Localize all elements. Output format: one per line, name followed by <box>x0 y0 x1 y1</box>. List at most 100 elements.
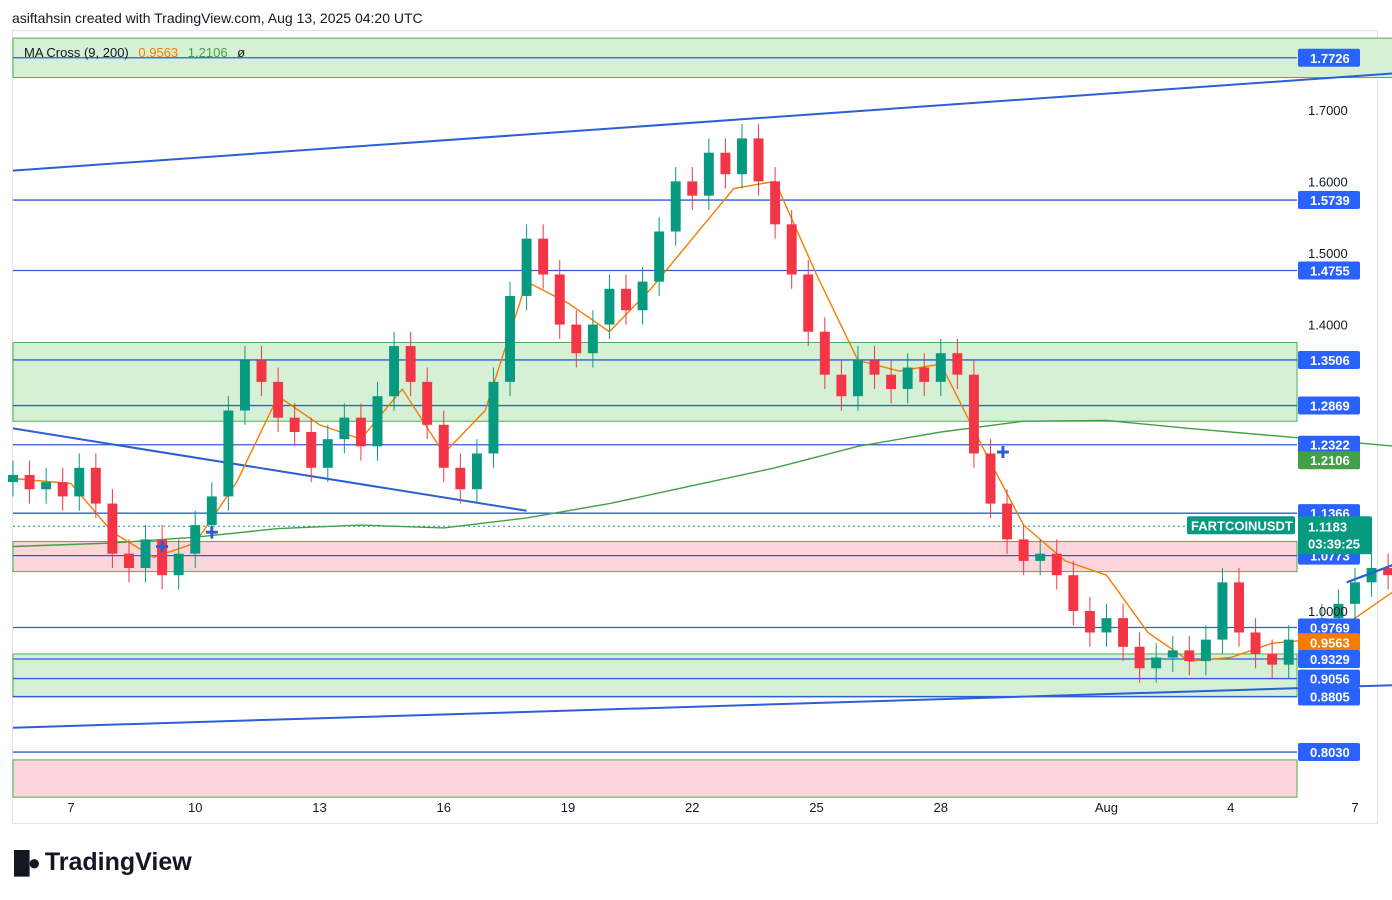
candle-body <box>273 381 284 418</box>
candle-body <box>1184 650 1195 662</box>
price-tick-label: 1.0000 <box>1308 604 1348 619</box>
candle-body <box>1084 610 1095 633</box>
candle-body <box>985 453 996 504</box>
candle-body <box>703 152 714 196</box>
price-level-tag: 0.8030 <box>1298 743 1360 762</box>
candle-body <box>1068 575 1079 611</box>
tv-logo-icon: █● <box>14 849 41 875</box>
price-tag-label: 0.8030 <box>1310 745 1350 760</box>
candle-body <box>256 360 267 382</box>
candle-body <box>8 474 18 483</box>
price-level-tag: 0.9056 <box>1298 669 1360 688</box>
candle <box>24 460 35 504</box>
candle-body <box>1267 653 1278 665</box>
candle-body <box>819 331 830 375</box>
legend-symbol: ø <box>237 45 246 60</box>
candle-body <box>190 525 201 554</box>
price-tag-label: 1.5739 <box>1310 193 1350 208</box>
candle-body <box>803 274 814 332</box>
time-tick-label: 22 <box>685 800 699 815</box>
tradingview-logo[interactable]: █● TradingView <box>14 848 192 877</box>
candle-body <box>654 231 665 282</box>
zones-layer <box>12 37 1392 798</box>
price-tag-label: 0.8805 <box>1310 690 1350 705</box>
candle <box>521 224 532 311</box>
candle <box>770 167 781 239</box>
countdown-label: 03:39:25 <box>1308 536 1360 551</box>
time-tick-label: 28 <box>934 800 948 815</box>
price-level-tag: 1.7726 <box>1298 48 1360 67</box>
time-tick-label: 16 <box>437 800 451 815</box>
candle-body <box>836 374 847 397</box>
symbol-tag-label: FARTCOINUSDT <box>1191 518 1293 533</box>
candle <box>621 274 631 325</box>
price-tag-label: 1.3506 <box>1310 353 1350 368</box>
price-tag-label: 1.2106 <box>1310 453 1350 468</box>
candle-body <box>471 453 482 490</box>
candle <box>1383 553 1392 590</box>
candle-body <box>74 467 85 497</box>
candle-body <box>753 138 764 182</box>
candle-body <box>372 396 383 447</box>
candle-body <box>438 424 449 468</box>
candle-body <box>505 295 516 382</box>
candle-body <box>902 367 913 390</box>
candle-body <box>206 496 217 526</box>
price-level-tag: 0.9329 <box>1298 650 1360 669</box>
price-tick-label: 1.7000 <box>1308 103 1348 118</box>
candle-body <box>355 417 366 447</box>
time-tick-label: 25 <box>809 800 823 815</box>
candle <box>1101 603 1112 647</box>
candle-body <box>604 288 615 325</box>
candle <box>687 167 698 211</box>
candle-body <box>919 367 930 382</box>
candle-body <box>869 360 880 375</box>
current-price-tag: 1.1183 03:39:25 <box>1298 516 1372 555</box>
candle <box>637 267 648 325</box>
candle <box>1084 596 1095 647</box>
candle <box>786 210 797 289</box>
price-tag-label: 1.2322 <box>1310 438 1350 453</box>
candle-body <box>1035 553 1046 561</box>
level-lines-layer <box>13 57 1297 753</box>
time-tick-label: 4 <box>1227 800 1234 815</box>
candle <box>1350 568 1360 619</box>
zone-red-4 <box>12 759 1298 798</box>
price-level-tag: 1.5739 <box>1298 191 1360 210</box>
legend-fast-value: 0.9563 <box>138 45 179 60</box>
candle-body <box>968 374 979 454</box>
legend-indicator-name: MA Cross (9, 200) <box>24 45 129 60</box>
legend-slow-value: 1.2106 <box>187 45 228 60</box>
zone-red-2 <box>12 541 1298 573</box>
candle <box>538 224 549 289</box>
price-tag-label: 0.9769 <box>1310 621 1350 636</box>
candle-body <box>737 138 747 175</box>
price-level-tag: 1.3506 <box>1298 350 1360 369</box>
candle <box>488 367 499 468</box>
candle-body <box>587 324 598 354</box>
candle-body <box>322 439 333 468</box>
price-tag-label: 0.9329 <box>1310 652 1350 667</box>
candle <box>455 453 466 504</box>
candle-body <box>488 381 499 454</box>
candle-body <box>1118 618 1129 647</box>
candle-body <box>786 224 797 275</box>
slow-ma-line <box>12 419 1392 548</box>
candle-body <box>405 346 416 382</box>
brand-name: TradingView <box>44 848 192 876</box>
candle-body <box>1283 639 1294 665</box>
candle-body <box>140 539 151 569</box>
candle <box>1118 603 1129 662</box>
candle-body <box>1167 650 1178 658</box>
candle-body <box>239 360 250 411</box>
candle-body <box>90 467 101 504</box>
price-chart[interactable]: 1.7000 1.6000 1.5000 1.4000 1.0000 1.7726 1.57… <box>0 0 1392 900</box>
candle-body <box>886 374 897 390</box>
cross-marker <box>996 446 1009 459</box>
price-tick-label: 1.5000 <box>1308 246 1348 261</box>
trendline <box>12 427 527 512</box>
time-tick-label: 13 <box>312 800 326 815</box>
candle-body <box>41 482 52 490</box>
price-level-tag: 1.2869 <box>1298 396 1360 415</box>
indicator-legend[interactable]: MA Cross (9, 200) 0.9563 1.2106 ø <box>24 45 245 60</box>
